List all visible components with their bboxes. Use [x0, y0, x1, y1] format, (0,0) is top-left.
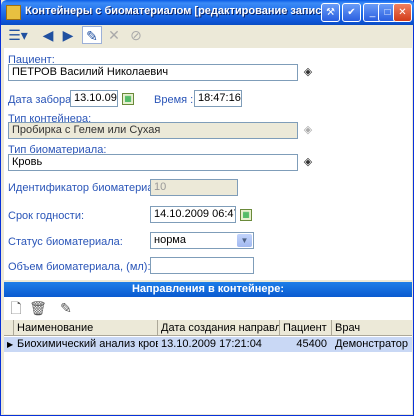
- eraser-icon: ◈: [303, 124, 313, 136]
- patient-field[interactable]: ПЕТРОВ Василий Николаевич: [8, 64, 298, 81]
- column-header[interactable]: Врач: [332, 320, 412, 336]
- status-select[interactable]: норма ▼: [150, 232, 254, 249]
- chevron-down-icon[interactable]: ▼: [237, 234, 252, 247]
- eraser-icon[interactable]: ◈: [301, 66, 315, 78]
- edit-document-icon[interactable]: ✎: [56, 299, 76, 317]
- time-field[interactable]: 18:47:16: [194, 90, 242, 107]
- eraser-icon[interactable]: ◈: [301, 156, 315, 168]
- date-field[interactable]: 13.10.09: [70, 90, 118, 107]
- cell-patient: 45400: [296, 338, 327, 350]
- directions-grid: Наименование Дата создания направления П…: [4, 320, 412, 414]
- expiry-field[interactable]: 14.10.2009 06:47:16: [150, 206, 236, 223]
- wrench-icon[interactable]: ⚒: [321, 3, 340, 22]
- row-pointer-icon: ▶: [7, 340, 14, 349]
- cancel-icon[interactable]: ⊘: [126, 26, 146, 44]
- menu-icon[interactable]: ☰▾: [6, 26, 30, 44]
- title-bar: Контейнеры с биоматериалом [редактирован…: [1, 0, 414, 25]
- cell-date: 13.10.2009 17:21:04: [161, 338, 262, 350]
- toolbar: ☰▾ ◀ ▶ ✎ ✕ ⊘: [4, 24, 412, 46]
- volume-field[interactable]: [150, 257, 254, 274]
- biomaterial-type-field[interactable]: Кровь: [8, 154, 298, 171]
- window: Контейнеры с биоматериалом [редактирован…: [0, 0, 414, 416]
- biomaterial-id-field: 10: [150, 179, 238, 196]
- cell-name: Биохимический анализ крови: [17, 338, 158, 350]
- date-label: Дата забора:: [8, 94, 75, 106]
- new-document-icon[interactable]: 🗋: [6, 299, 26, 317]
- delete-icon[interactable]: ✕: [104, 26, 124, 44]
- edit-pen-icon[interactable]: ✎: [82, 26, 102, 44]
- biomaterial-id-label: Идентификатор биоматериала:: [8, 182, 170, 194]
- row-indicator-header: [4, 320, 14, 336]
- column-header[interactable]: Наименование: [14, 320, 158, 336]
- expiry-label: Срок годности:: [8, 210, 85, 222]
- trash-icon[interactable]: 🗑: [28, 299, 48, 317]
- grid-toolbar: 🗋 🗑 ✎: [4, 297, 412, 320]
- table-row[interactable]: ▶ Биохимический анализ крови 13.10.2009 …: [4, 337, 412, 352]
- volume-label: Объем биоматериала, (мл):: [8, 261, 151, 273]
- help-icon[interactable]: ✔: [342, 3, 361, 22]
- calendar-icon[interactable]: ▦: [122, 93, 134, 105]
- edit-form: Пациент: ПЕТРОВ Василий Николаевич ◈ Дат…: [4, 48, 412, 280]
- column-header[interactable]: Пациент: [280, 320, 332, 336]
- cell-doctor: Демонстратор: [335, 338, 409, 350]
- grid-header: Наименование Дата создания направления П…: [4, 320, 412, 336]
- status-label: Статус биоматериала:: [8, 236, 123, 248]
- column-header[interactable]: Дата создания направления: [158, 320, 280, 336]
- close-button[interactable]: ✕: [393, 3, 412, 22]
- container-type-field[interactable]: Пробирка с Гелем или Сухая: [8, 122, 298, 139]
- forward-arrow-icon[interactable]: ▶: [58, 26, 78, 44]
- back-arrow-icon[interactable]: ◀: [38, 26, 58, 44]
- app-icon: [6, 5, 21, 20]
- section-header: Направления в контейнере:: [4, 282, 412, 297]
- window-title: Контейнеры с биоматериалом [редактирован…: [25, 5, 332, 17]
- calendar-icon[interactable]: ▦: [240, 209, 252, 221]
- time-label: Время :: [154, 94, 194, 106]
- status-select-value: норма: [154, 234, 186, 246]
